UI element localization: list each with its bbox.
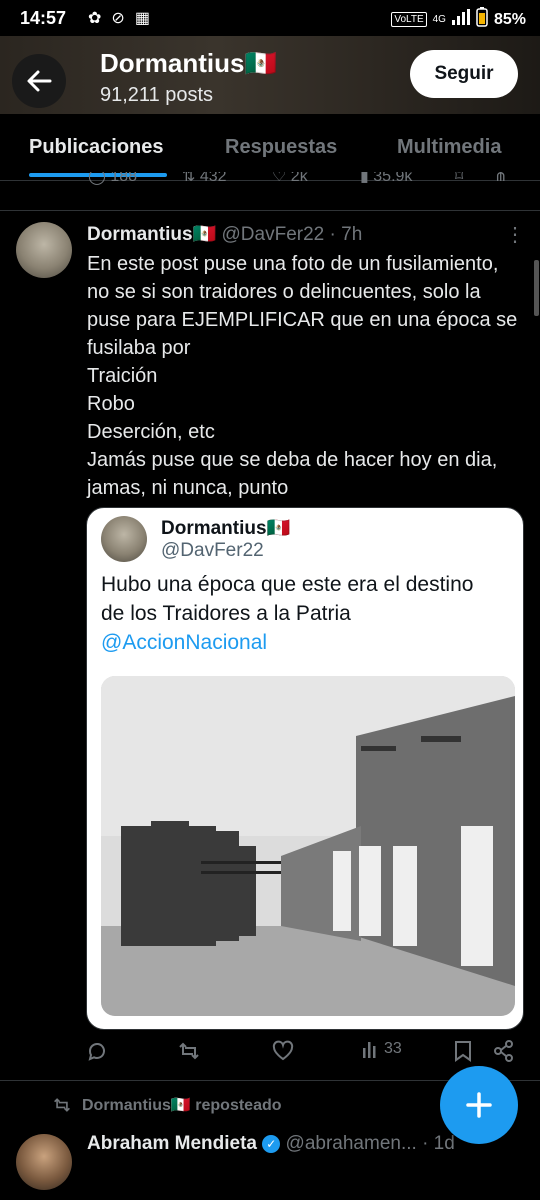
quoted-author-name: Dormantius🇲🇽	[161, 518, 291, 539]
prev-reply-button[interactable]: ◯ 188	[88, 172, 137, 186]
avatar[interactable]	[16, 222, 72, 278]
prev-like-button[interactable]: ♡ 2k	[272, 172, 308, 186]
quoted-tweet[interactable]: Dormantius🇲🇽 @DavFer22 Hubo una época qu…	[86, 507, 524, 1030]
previous-tweet-actions: ◯ 188 ⇅ 432 ♡ 2k ▮ 35.9k ⌑ ⋔	[0, 172, 540, 194]
settings-icon: ✿	[88, 10, 102, 27]
tab-publicaciones[interactable]: Publicaciones	[29, 136, 164, 159]
next-tweet-time: · 1d	[422, 1133, 455, 1154]
repost-button[interactable]	[178, 1040, 200, 1062]
tweet-actions: 33	[86, 1040, 526, 1070]
tweet-time: · 7h	[329, 224, 363, 245]
views-icon	[363, 1042, 376, 1058]
next-tweet-avatar[interactable]	[16, 1134, 72, 1190]
back-button[interactable]	[12, 54, 66, 108]
prev-repost-button[interactable]: ⇅ 432	[182, 172, 227, 186]
views-icon: ▮	[360, 172, 369, 185]
plus-icon	[466, 1092, 492, 1118]
next-tweet-header: Abraham Mendieta ✓ @abrahamen... · 1d	[87, 1133, 455, 1155]
profile-header: Dormantius🇲🇽 91,211 posts Seguir	[0, 36, 540, 114]
tweet-text: En este post puse una foto de un fusilam…	[87, 253, 518, 499]
views-button[interactable]: 33	[362, 1040, 402, 1058]
prev-views-button[interactable]: ▮ 35.9k	[360, 172, 412, 186]
tweet-author-name[interactable]: Dormantius🇲🇽	[87, 224, 216, 245]
volte-badge: VoLTE	[391, 12, 427, 27]
views-count: 33	[384, 1040, 402, 1057]
mention-link[interactable]: @AccionNacional	[101, 628, 511, 657]
reply-icon	[88, 1042, 105, 1061]
quoted-text: Hubo una época que este era el destino d…	[101, 570, 511, 657]
heart-icon: ♡	[272, 172, 287, 185]
tab-multimedia[interactable]: Multimedia	[397, 136, 501, 159]
tab-respuestas[interactable]: Respuestas	[225, 136, 337, 159]
arrow-left-icon	[27, 70, 52, 92]
bookmark-button[interactable]	[454, 1040, 472, 1062]
status-time: 14:57	[20, 8, 67, 28]
gallery-icon: ▦	[134, 10, 150, 27]
network-type: 4G	[432, 14, 446, 25]
repost-icon: ⇅	[182, 172, 196, 185]
repost-icon	[179, 1042, 199, 1060]
battery-level: 85%	[493, 10, 526, 28]
battery-icon	[476, 7, 488, 32]
profile-name: Dormantius🇲🇽	[100, 48, 277, 78]
quoted-avatar	[101, 516, 147, 562]
profile-tabs: Publicaciones Respuestas Multimedia	[0, 114, 540, 181]
prev-share-icon[interactable]: ⋔	[494, 172, 507, 186]
repost-indicator: Dormantius🇲🇽 reposteado	[52, 1095, 282, 1115]
share-button[interactable]	[494, 1040, 514, 1062]
compose-button[interactable]	[440, 1066, 518, 1144]
tweet-header: Dormantius🇲🇽 @DavFer22 · 7h	[87, 222, 362, 246]
share-icon	[494, 1040, 513, 1062]
quoted-author-handle: @DavFer22	[161, 540, 264, 561]
quoted-photo[interactable]	[101, 676, 515, 1016]
follow-button[interactable]: Seguir	[410, 50, 518, 98]
reply-button[interactable]	[86, 1040, 108, 1062]
scrollbar[interactable]	[534, 260, 539, 316]
heart-icon	[272, 1040, 294, 1061]
repost-icon	[54, 1098, 70, 1112]
prev-bookmark-icon[interactable]: ⌑	[455, 172, 463, 186]
verified-badge-icon: ✓	[262, 1134, 281, 1153]
reply-icon: ◯	[88, 172, 106, 185]
status-bar: 14:57 ✿ ⊘ ▦ VoLTE 4G 85%	[0, 0, 540, 36]
next-tweet-author[interactable]: Abraham Mendieta	[87, 1133, 257, 1154]
do-not-disturb-icon: ⊘	[111, 10, 125, 27]
signal-icon	[451, 9, 470, 30]
bookmark-icon	[455, 1041, 471, 1062]
tweet-author-handle[interactable]: @DavFer22	[222, 224, 325, 245]
like-button[interactable]	[272, 1040, 294, 1062]
more-options-icon[interactable]: ⋮	[505, 222, 525, 247]
execution-photo	[101, 676, 515, 1016]
divider	[0, 210, 540, 211]
next-tweet-handle[interactable]: @abrahamen...	[286, 1133, 417, 1154]
post-count: 91,211 posts	[100, 84, 214, 106]
